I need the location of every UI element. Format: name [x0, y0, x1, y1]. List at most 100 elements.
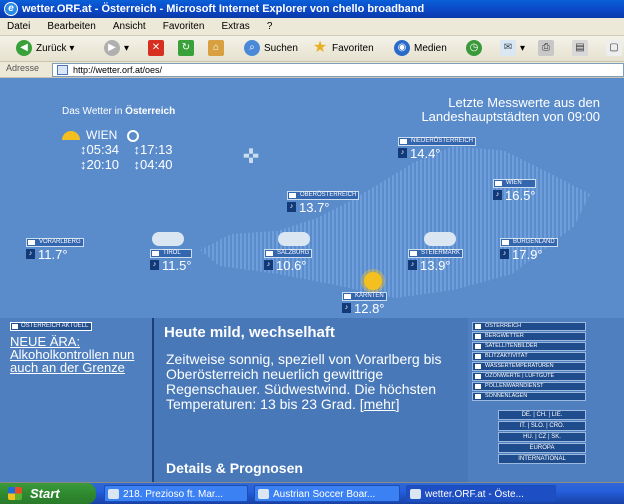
city-kaernten[interactable]: KÄRNTEN 12.8° [342, 292, 387, 316]
menu-favoriten[interactable]: Favoriten [156, 18, 212, 36]
nav-pollenwarndienst[interactable]: POLLENWARNDIENST [472, 382, 586, 391]
sun-icon [364, 272, 382, 290]
menu-ansicht[interactable]: Ansicht [106, 18, 153, 36]
refresh-button[interactable]: ↻ [178, 39, 198, 59]
home-button[interactable]: ⌂ [208, 39, 228, 59]
city-oberoesterreich[interactable]: OBERÖSTERREICH 13.7° [287, 191, 360, 215]
news-link[interactable]: NEUE ÄRA: Alkoholkontrollen nun auch an … [10, 335, 150, 374]
menu-extras[interactable]: Extras [214, 18, 256, 36]
title-bar[interactable]: e wetter.ORF.at - Österreich - Microsoft… [0, 0, 624, 18]
forecast-column: Heute mild, wechselhaft Zeitweise sonnig… [152, 318, 468, 482]
nav-ozonwerte[interactable]: OZONWERTE | LUFTGÜTE [472, 372, 586, 381]
nav-satellitenbilder[interactable]: SATELLITENBILDER [472, 342, 586, 351]
city-wien[interactable]: WIEN 16.5° [493, 179, 536, 203]
city-burgenland[interactable]: BURGENLAND 17.9° [500, 238, 558, 262]
country-link[interactable]: HU. | CZ | SK. [498, 432, 586, 442]
nav-bergwetter[interactable]: BERGWETTER [472, 332, 586, 341]
compass-icon: ✜ [242, 146, 260, 168]
nav-oesterreich[interactable]: ÖSTERREICH [472, 322, 586, 331]
news-column: ÖSTERREICH AKTUELL NEUE ÄRA: Alkoholkont… [0, 318, 152, 482]
stop-icon: ✕ [148, 40, 164, 57]
stop-button[interactable]: ✕ [148, 39, 168, 59]
taskbar-item-soccer[interactable]: Austrian Soccer Boar... [254, 485, 400, 502]
cloud-icon [152, 232, 184, 246]
taskbar-item-music[interactable]: 218. Prezioso ft. Mar... [104, 485, 248, 502]
window-title: wetter.ORF.at - Österreich - Microsoft I… [22, 3, 425, 15]
cloud-icon [424, 232, 456, 246]
history-icon: ◷ [466, 40, 482, 57]
city-niederoesterreich[interactable]: NIEDERÖSTERREICH 14.4° [398, 137, 477, 161]
nav-sonnenlagen[interactable]: SONNENLAGEN [472, 392, 586, 401]
nav-column: ÖSTERREICH BERGWETTER SATELLITENBILDER B… [470, 318, 624, 482]
sun-icon [62, 131, 80, 141]
nav-blitzaktivitaet[interactable]: BLITZAKTIVITÄT [472, 352, 586, 361]
cloud-icon [278, 232, 310, 246]
home-icon: ⌂ [208, 40, 224, 57]
country-link[interactable]: IT. | SLO. | CRO. [498, 421, 586, 431]
star-icon: ★ [312, 39, 328, 57]
country-link[interactable]: DE. | CH. | LIE. [498, 410, 586, 420]
media-button[interactable]: ◉ Medien [394, 39, 447, 59]
edit-icon: ▤ [572, 40, 588, 57]
details-heading: Details & Prognosen [166, 460, 303, 476]
latest-values-heading: Letzte Messwerte aus den Landeshauptstäd… [421, 95, 600, 124]
windows-logo-icon [8, 487, 22, 500]
search-icon: ⌕ [244, 40, 260, 57]
edit-button[interactable]: ▤ [572, 39, 592, 59]
moonset-time: ↕04:40 [133, 157, 173, 172]
taskbar-item-wetter[interactable]: wetter.ORF.at - Öste... [406, 485, 556, 502]
search-button[interactable]: ⌕ Suchen [244, 39, 298, 59]
mail-button[interactable]: ✉ ▾ [500, 39, 525, 59]
forecast-text: Zeitweise sonnig, speziell von Vorarlber… [166, 351, 442, 412]
taskbar: Start 218. Prezioso ft. Mar... Austrian … [0, 483, 624, 504]
city-vorarlberg[interactable]: VORARLBERG 11.7° [26, 238, 84, 262]
country-link-international[interactable]: INTERNATIONAL [498, 454, 586, 464]
sunrise-time: ↕05:34 [80, 142, 120, 157]
sunset-time: ↕20:10 [80, 157, 120, 172]
country-link-europa[interactable]: EUROPA [498, 443, 586, 453]
menu-bar: Datei Bearbeiten Ansicht Favoriten Extra… [0, 18, 624, 36]
sun-moon-times: ↕05:34 ↕17:13 ↕20:10 ↕04:40 [80, 142, 200, 172]
weather-title: Das Wetter in Österreich [62, 106, 176, 117]
back-arrow-icon: ◀ [16, 40, 32, 57]
weather-map: Das Wetter in Österreich Letzte Messwert… [0, 78, 624, 318]
page-content: Das Wetter in Österreich Letzte Messwert… [0, 78, 624, 482]
internet-explorer-icon [410, 489, 421, 499]
forward-button[interactable]: ▶ ▾ [104, 39, 129, 59]
menu-datei[interactable]: Datei [0, 18, 37, 36]
internet-explorer-icon [258, 489, 269, 499]
favorites-button[interactable]: ★ Favoriten [312, 39, 374, 59]
more-link[interactable]: mehr [364, 396, 396, 412]
menu-help[interactable]: ? [260, 18, 280, 36]
city-tirol[interactable]: TIROL 11.5° [150, 249, 192, 273]
moonrise-time: ↕17:13 [133, 142, 173, 157]
back-button[interactable]: ◀ Zurück ▾ [16, 39, 74, 59]
address-bar: Adresse http://wetter.orf.at/oes/ [0, 62, 624, 78]
nav-list: ÖSTERREICH BERGWETTER SATELLITENBILDER B… [472, 322, 586, 402]
country-links: DE. | CH. | LIE. IT. | SLO. | CRO. HU. |… [498, 410, 586, 465]
media-globe-icon: ◉ [394, 40, 410, 57]
browser-window: e wetter.ORF.at - Österreich - Microsoft… [0, 0, 624, 504]
messenger-icon: ▢ [606, 40, 622, 57]
menu-bearbeiten[interactable]: Bearbeiten [40, 18, 102, 36]
city-steiermark[interactable]: STEIERMARK 13.9° [408, 249, 464, 273]
forecast-headline: Heute mild, wechselhaft [164, 324, 335, 341]
history-button[interactable]: ◷ [466, 39, 486, 59]
nav-wassertemperaturen[interactable]: WASSERTEMPERATUREN [472, 362, 586, 371]
mail-icon: ✉ [500, 40, 516, 57]
messenger-button[interactable]: ▢ [606, 39, 624, 59]
forward-arrow-icon: ▶ [104, 40, 120, 57]
print-button[interactable]: ⎙ [538, 39, 558, 59]
app-icon [108, 489, 119, 499]
printer-icon: ⎙ [538, 40, 554, 57]
address-url: http://wetter.orf.at/oes/ [73, 65, 163, 75]
wien-header: WIEN [62, 128, 140, 142]
city-salzburg[interactable]: SALZBURG 10.6° [264, 249, 313, 273]
start-button[interactable]: Start [0, 483, 96, 504]
toolbar: ◀ Zurück ▾ ▶ ▾ ✕ ↻ ⌂ ⌕ Suchen ★ Favoriten ◉ M… [0, 36, 624, 62]
moon-icon [127, 129, 140, 142]
page-icon [57, 65, 68, 75]
aktuell-tag[interactable]: ÖSTERREICH AKTUELL [10, 322, 93, 331]
address-input[interactable]: http://wetter.orf.at/oes/ [52, 63, 624, 77]
internet-explorer-icon: e [4, 2, 18, 16]
